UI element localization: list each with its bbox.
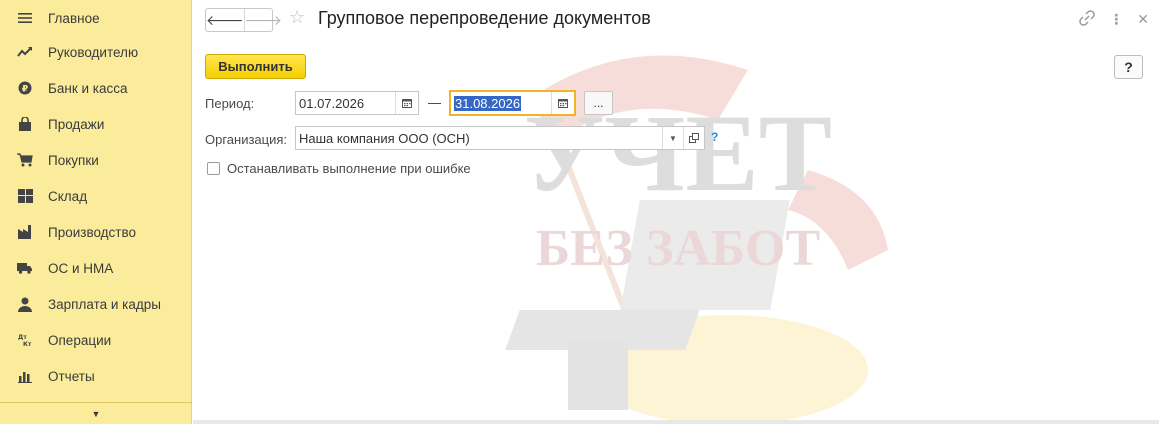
sidebar-item-manager[interactable]: Руководителю [0,34,192,70]
sidebar: Главное Руководителю ₽ Банк и касса Прод… [0,0,192,424]
main-area: УЧЕТ БЕЗ ЗАБОТ 🡐 🡒 ☆ Групповое перепрове… [193,0,1159,424]
chart-icon [16,367,34,385]
cart-icon [16,151,34,169]
open-org-button[interactable] [683,127,704,149]
sidebar-item-label: Продажи [48,116,105,132]
more-menu-icon[interactable]: ⋮ [1109,11,1123,28]
sidebar-item-main[interactable]: Главное [0,0,192,36]
truck-icon [16,259,34,277]
page-title: Групповое перепроведение документов [318,8,651,28]
back-button[interactable]: 🡐 [206,9,244,31]
sidebar-item-purchases[interactable]: Покупки [0,142,192,178]
sidebar-item-label: Склад [48,188,88,204]
svg-text:Кт: Кт [23,341,32,347]
calendar-icon [558,99,568,108]
date-to-value-wrap[interactable]: 31.08.2026 [451,95,551,111]
stop-on-error-checkbox[interactable] [207,162,220,175]
sidebar-item-label: Производство [48,224,137,240]
help-button[interactable]: ? [1114,55,1143,79]
dropdown-button[interactable]: ▼ [662,127,683,149]
date-from-field[interactable]: 01.07.2026 [295,91,419,115]
sidebar-item-label: Операции [48,332,112,348]
menu-icon [16,9,34,27]
sidebar-item-label: Зарплата и кадры [48,296,161,312]
arrow-left-icon: 🡐 [206,11,244,28]
calendar-to-button[interactable] [551,92,574,114]
open-window-icon [689,133,699,143]
ruble-icon: ₽ [16,79,34,97]
sidebar-item-reports[interactable]: Отчеты [0,358,192,394]
org-help-icon[interactable]: ? [711,130,718,144]
sidebar-item-assets[interactable]: ОС и НМА [0,250,192,286]
period-label: Период: [205,96,255,111]
sidebar-item-operations[interactable]: Дт Кт Операции [0,322,192,358]
sidebar-item-label: Покупки [48,152,99,168]
factory-icon [16,223,34,241]
period-dash: — [428,95,441,110]
close-icon[interactable]: ✕ [1137,11,1149,28]
bottom-divider [193,420,1159,424]
bag-icon [16,115,34,133]
header-actions: ⋮ ✕ [1079,10,1149,29]
favorite-star-icon[interactable]: ☆ [289,7,305,28]
sidebar-item-warehouse[interactable]: Склад [0,178,192,214]
calendar-icon [402,99,412,108]
stop-on-error-label[interactable]: Останавливать выполнение при ошибке [227,161,471,176]
date-to-value[interactable]: 31.08.2026 [454,95,522,111]
sidebar-item-label: Отчеты [48,368,95,384]
sidebar-item-hr[interactable]: Зарплата и кадры [0,286,192,322]
org-label: Организация: [205,132,288,147]
sidebar-item-label: Главное [48,10,100,26]
arrow-right-icon: 🡒 [244,11,283,28]
sidebar-item-sales[interactable]: Продажи [0,106,192,142]
sidebar-item-label: Банк и касса [48,80,128,96]
dt-kt-icon: Дт Кт [16,331,34,349]
svg-text:Дт: Дт [18,334,27,341]
execute-button[interactable]: Выполнить [205,54,306,79]
date-from-value[interactable]: 01.07.2026 [296,96,395,111]
svg-text:₽: ₽ [22,85,28,95]
watermark-line2: БЕЗ ЗАБОТ [536,220,820,277]
org-value[interactable]: Наша компания ООО (ОСН) [296,131,662,146]
period-select-button[interactable]: ... [584,91,613,115]
person-icon [16,295,34,313]
nav-buttons: 🡐 🡒 [205,8,282,32]
org-select-field[interactable]: Наша компания ООО (ОСН) ▼ [295,126,705,150]
date-to-field[interactable]: 31.08.2026 [449,90,576,116]
link-button[interactable] [1079,10,1096,29]
link-icon [1079,10,1096,26]
calendar-from-button[interactable] [395,92,418,114]
trend-icon [16,43,34,61]
sidebar-item-label: Руководителю [48,44,139,60]
sidebar-scroll-down[interactable]: ▼ [0,402,192,424]
forward-button[interactable]: 🡒 [243,9,283,31]
sidebar-item-label: ОС и НМА [48,260,114,276]
sidebar-item-production[interactable]: Производство [0,214,192,250]
warehouse-icon [16,187,34,205]
chevron-down-icon: ▼ [669,133,677,143]
chevron-down-icon: ▼ [91,408,101,419]
sidebar-item-bank[interactable]: ₽ Банк и касса [0,70,192,106]
